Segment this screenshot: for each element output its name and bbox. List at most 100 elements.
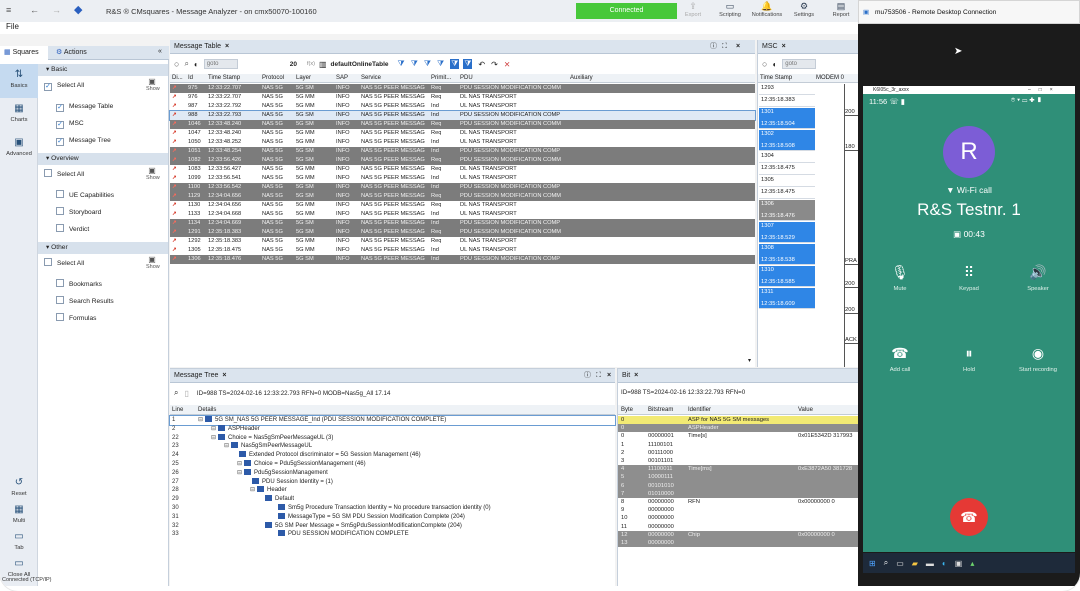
filter-3-icon[interactable]: ⧩ [424, 59, 431, 69]
tree-expander-icon[interactable]: ⊟ [198, 417, 203, 423]
message-table-checkbox[interactable]: ✓ [56, 104, 64, 112]
menu-icon[interactable]: ≡ [6, 6, 16, 15]
call-mute-button[interactable]: 🎙 Mute [870, 262, 930, 292]
bookmarks-checkbox[interactable] [56, 279, 64, 287]
tool-notifications-button[interactable]: 🔔 Notifications [750, 1, 784, 18]
col-pdu[interactable]: PDU [460, 74, 473, 83]
bit-row[interactable]: 11 00000000 [618, 523, 862, 531]
msc-cell[interactable]: 1301 12:35:18.504 [759, 108, 815, 129]
table-row[interactable]: ↗ 1047 12:33:48.240 NAS 5G 5G MM INFO NAS 5G P… [170, 129, 755, 138]
tree-expander-icon[interactable]: ⊟ [237, 461, 242, 467]
table-row[interactable]: ↗ 976 12:33:22.707 NAS 5G 5G MM INFO NAS 5G PE… [170, 93, 755, 102]
filter-2-icon[interactable]: ⧩ [411, 59, 418, 69]
filter-4-icon[interactable]: ⧩ [437, 59, 444, 69]
ue-capabilities-checkbox[interactable] [56, 190, 64, 198]
tree-row[interactable]: 23 ⊟ Nas5gSmPeerMessageUL [170, 442, 615, 451]
group-overview[interactable]: ▾ Overview [38, 153, 168, 165]
col-sap[interactable]: SAP [336, 74, 348, 83]
window-controls-icon[interactable]: –□× [1028, 86, 1061, 94]
tree-row[interactable]: 29 Default [170, 495, 615, 504]
item-bookmarks[interactable]: Bookmarks [38, 277, 168, 292]
msc-cell[interactable]: 1302 12:35:18.508 [759, 130, 815, 151]
col-time-stamp[interactable]: Time Stamp [208, 74, 240, 83]
item-message-table[interactable]: ✓ Message Table [38, 99, 168, 114]
start-icon[interactable]: ⊞ [869, 559, 876, 568]
tree-copy-icon[interactable]: ▯ [184, 389, 188, 398]
table-view-icon[interactable]: ▥ [319, 60, 327, 69]
item-verdict[interactable]: Verdict [38, 222, 168, 237]
msc-checkbox[interactable]: ✓ [56, 121, 64, 129]
col-auxiliary[interactable]: Auxiliary [570, 74, 593, 83]
forward-arrow-icon[interactable]: → [52, 6, 62, 15]
remote-icon[interactable]: ▣ [955, 559, 963, 568]
msc-cell[interactable]: 1293 [759, 84, 815, 95]
item-msc[interactable]: ✓ MSC [38, 116, 168, 131]
taskbar-search-icon[interactable]: ⌕ [884, 558, 888, 568]
msc-cell[interactable]: 1308 12:35:18.538 [759, 244, 815, 265]
msc-scroll-down-icon[interactable]: ▾ [748, 357, 751, 364]
msc-cell[interactable]: 12:35:18.475 [759, 188, 815, 199]
filter-active-icon[interactable]: ⧩ [450, 59, 460, 69]
filter-active-2-icon[interactable]: ⧩ [463, 59, 473, 69]
bit-row[interactable]: 3 00101101 [618, 457, 862, 465]
msc-cell[interactable]: 12:35:18.383 [759, 96, 815, 107]
group-other[interactable]: ▾ Other [38, 242, 168, 254]
call-speaker-button[interactable]: 🔊 Speaker [1008, 262, 1068, 292]
tree-row[interactable]: 25 ⊟ Choice = Pdu5gSessionManagement (46) [170, 460, 615, 469]
msc-cell[interactable]: 1310 12:35:18.585 [759, 266, 815, 287]
tree-row[interactable]: 33 PDU SESSION MODIFICATION COMPLETE [170, 530, 615, 539]
bit-row[interactable]: 12 00000000 Chip 0x00000000 0 [618, 530, 862, 539]
sidebar-charts-button[interactable]: ▦ Charts [0, 98, 38, 132]
tab-actions[interactable]: ⚙ Actions [48, 46, 108, 60]
tree-row[interactable]: 30 Sm5g Procedure Transaction Identity = … [170, 504, 615, 513]
sidebar-tab-button[interactable]: ▭ Tab [0, 529, 38, 555]
table-row[interactable]: ↗ 1129 12:34:04.656 NAS 5G 5G SM INFO NAS 5G P… [170, 192, 755, 201]
call-add-call-button[interactable]: ☎ Add call [870, 343, 930, 373]
collapse-icon[interactable]: « [158, 48, 162, 55]
table-row[interactable]: ↗ 1291 12:35:18.383 NAS 5G 5G SM INFO NAS 5G P… [170, 228, 755, 237]
sidebar-basics-button[interactable]: ⇅ Basics [0, 64, 38, 98]
message-table-tab[interactable]: Message Table [174, 43, 221, 50]
tool-export-button[interactable]: ⇪ Export [676, 1, 710, 18]
show-button[interactable]: ▣ Show [146, 78, 160, 93]
tree-expander-icon[interactable]: ⊟ [250, 487, 255, 493]
item-ue-capabilities[interactable]: UE Capabilities [38, 188, 168, 203]
tree-row[interactable]: 32 5G SM Peer Message = Sm5gPduSessionMod… [170, 521, 615, 531]
bit-row[interactable]: 0 ASP for NAS 5G SM messages [618, 416, 862, 425]
msc-cell[interactable]: 1311 12:35:18.609 [759, 288, 815, 309]
tree-expander-icon[interactable]: ⊟ [211, 435, 216, 441]
bit-row[interactable]: 10 00000000 [618, 514, 862, 522]
tree-expander-icon[interactable]: ⊟ [237, 470, 242, 476]
filter-circle-icon[interactable]: ○ [174, 59, 179, 69]
goto-input[interactable] [203, 59, 238, 69]
call-keypad-button[interactable]: ⠿ Keypad [939, 262, 999, 292]
pin-icon[interactable]: ⛶ [722, 40, 727, 54]
bit-row[interactable]: 8 00000000 RFN 0x00000000 0 [618, 498, 862, 506]
select-all-checkbox[interactable] [44, 169, 52, 177]
phone-link-icon[interactable]: ▴ [970, 559, 974, 568]
tree-row[interactable]: 1 ⊟ 5G SM_NAS 5G PEER MESSAGE_Ind (PDU SES… [169, 415, 616, 426]
bit-tab[interactable]: Bit [622, 372, 630, 379]
select-all-checkbox[interactable] [44, 258, 52, 266]
table-row[interactable]: ↗ 1083 12:33:56.427 NAS 5G 5G MM INFO NAS 5G P… [170, 165, 755, 174]
bit-row[interactable]: 0 ASPHeader [618, 424, 862, 433]
tree-row[interactable]: 24 Extended Protocol discriminator = 5G S… [170, 451, 615, 460]
bit-row[interactable]: 4 11100011 Time[ms] 0xE3872A50 381728 [618, 465, 862, 474]
table-row[interactable]: ↗ 1306 12:35:18.476 NAS 5G 5G SM INFO NAS 5G P… [170, 255, 755, 264]
bit-row[interactable]: 7 01010000 [618, 489, 862, 498]
message-tree-checkbox[interactable]: ✓ [56, 138, 64, 146]
table-row[interactable]: ↗ 975 12:33:22.707 NAS 5G 5G SM INFO NAS 5G PE… [170, 84, 755, 93]
col-primit[interactable]: Primit... [431, 74, 451, 83]
col-layer[interactable]: Layer [296, 74, 311, 83]
table-row[interactable]: ↗ 1292 12:35:18.383 NAS 5G 5G MM INFO NAS 5G P… [170, 237, 755, 246]
table-row[interactable]: ↗ 1050 12:33:48.252 NAS 5G 5G MM INFO NAS 5G P… [170, 138, 755, 147]
tool-report-button[interactable]: ▤ Report [824, 1, 858, 18]
bit-row[interactable]: 2 00111000 [618, 449, 862, 457]
search-icon[interactable]: ⌕ [184, 59, 188, 69]
sidebar-multi-button[interactable]: ▦ Multi [0, 502, 38, 528]
tree-row[interactable]: 26 ⊟ Pdu5gSessionManagement [170, 468, 615, 478]
bit-row[interactable]: 13 00000000 [618, 539, 862, 548]
storyboard-checkbox[interactable] [56, 207, 64, 215]
table-row[interactable]: ↗ 988 12:33:22.793 NAS 5G 5G SM INFO NAS 5G PE… [169, 110, 756, 121]
table-row[interactable]: ↗ 1046 12:33:48.240 NAS 5G 5G SM INFO NAS 5G P… [170, 120, 755, 129]
